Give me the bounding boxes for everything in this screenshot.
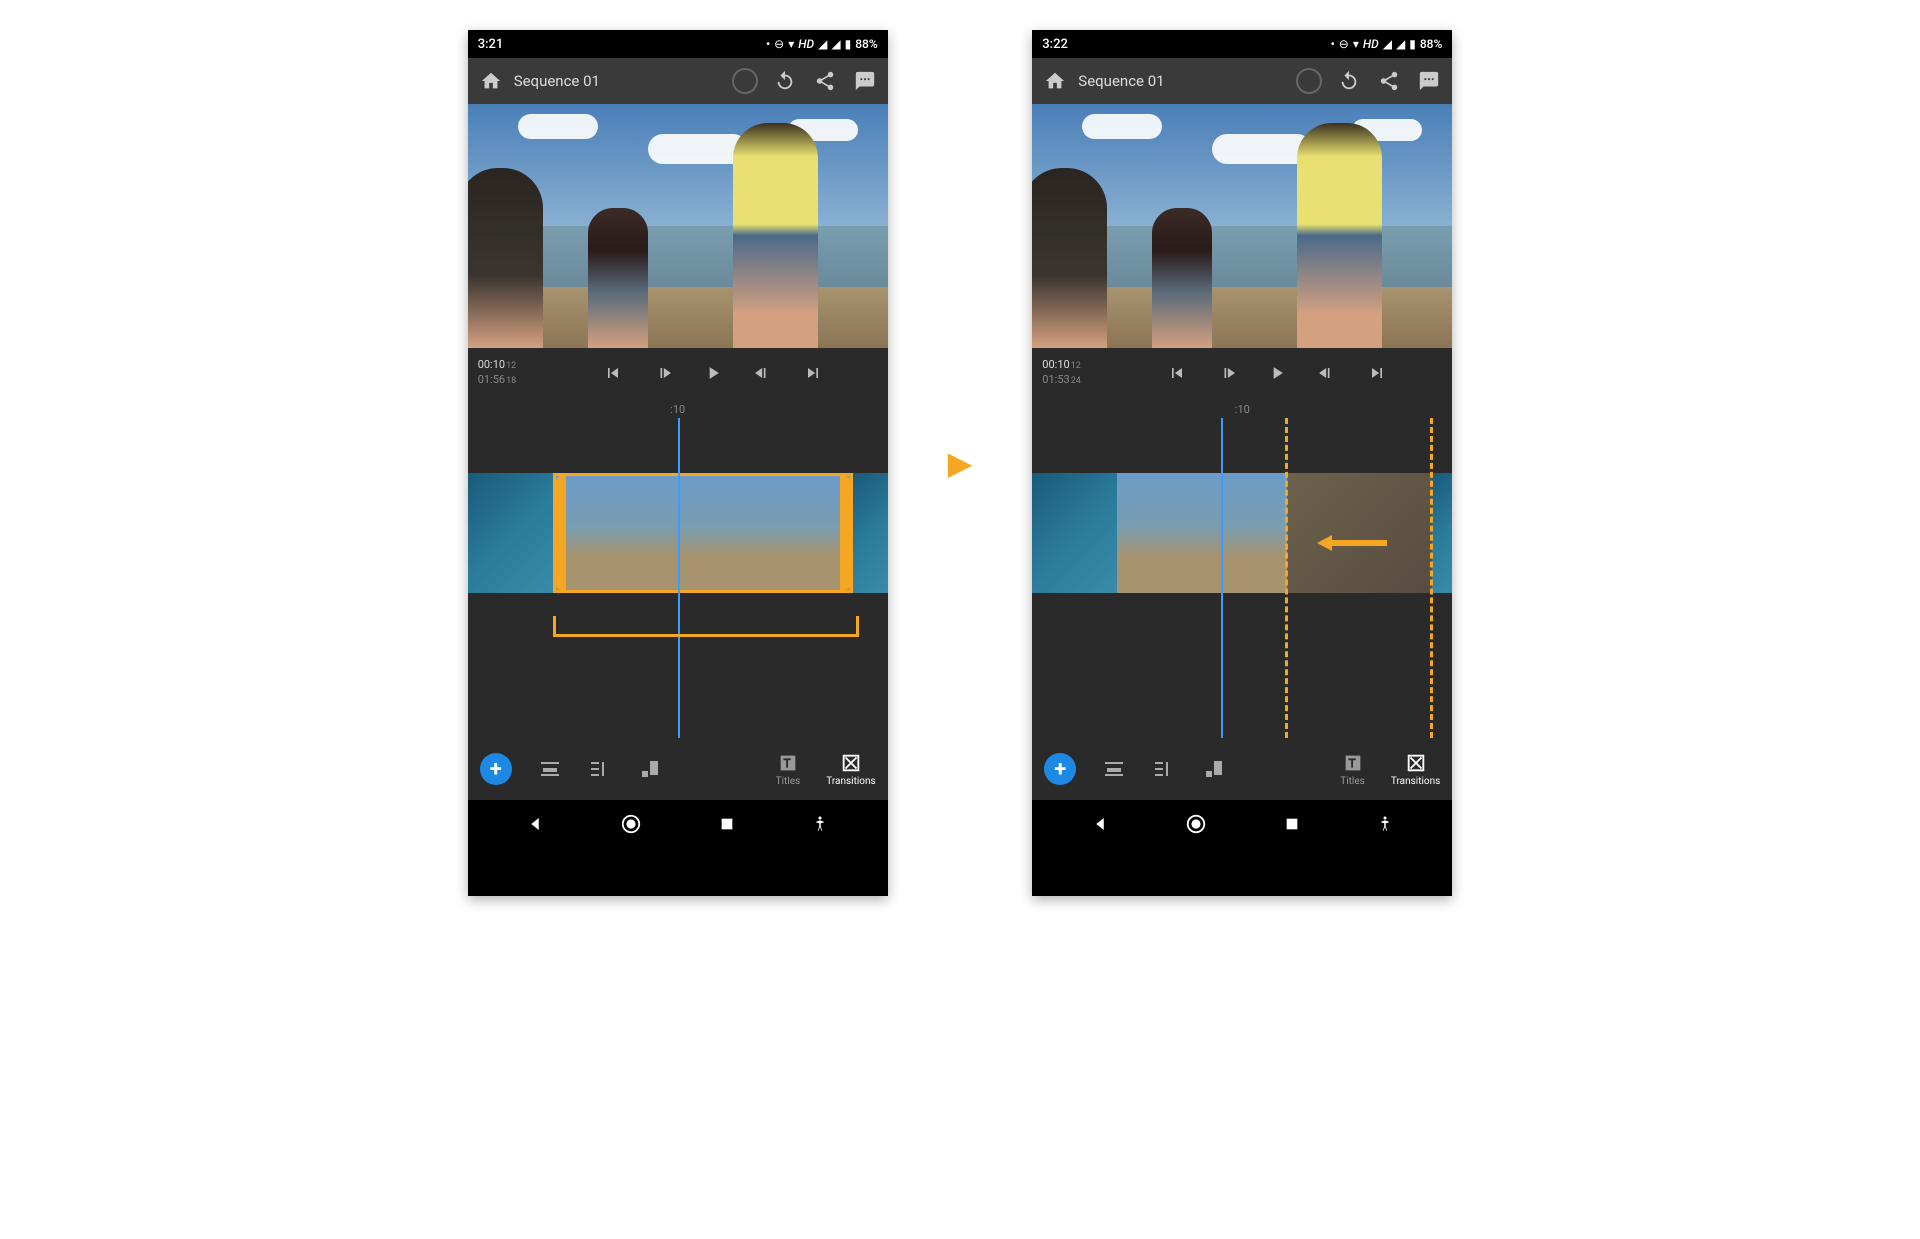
- clip-selected[interactable]: [553, 473, 853, 593]
- wifi-icon: ▾: [1353, 37, 1359, 51]
- clip-3[interactable]: [853, 473, 888, 593]
- comment-icon[interactable]: [1418, 70, 1440, 92]
- comment-icon[interactable]: [854, 70, 876, 92]
- clock: 3:22: [1042, 37, 1068, 52]
- app-header: Sequence 01: [468, 58, 888, 104]
- goto-start-icon[interactable]: [603, 363, 623, 383]
- signal-icon: ◢: [1383, 37, 1392, 51]
- edit-icon[interactable]: [1152, 757, 1176, 781]
- battery-pct: 88%: [1420, 37, 1442, 51]
- status-bar: 3:21 • ⊖ ▾ HD ◢ ◢ ▮ 88%: [468, 30, 888, 58]
- hd-label: HD: [1363, 37, 1379, 51]
- android-navbar: [1032, 800, 1452, 848]
- home-icon[interactable]: [480, 70, 502, 92]
- add-button[interactable]: +: [480, 753, 512, 785]
- color-icon[interactable]: [638, 757, 662, 781]
- play-icon[interactable]: [1267, 363, 1287, 383]
- screen-after: 3:22 • ⊖ ▾ HD ◢ ◢ ▮ 88% Sequence 01: [1032, 30, 1452, 896]
- frame-back-icon[interactable]: [1217, 363, 1237, 383]
- dnd-icon: ⊖: [1339, 37, 1349, 51]
- transitions-button[interactable]: Transitions: [1391, 752, 1440, 787]
- signal-icon-2: ◢: [1396, 37, 1405, 51]
- project-icon[interactable]: [538, 757, 562, 781]
- accessibility-nav-icon[interactable]: [811, 815, 829, 833]
- home-icon[interactable]: [1044, 70, 1066, 92]
- timeline-tick: :10: [670, 403, 685, 416]
- timeline-tick: :10: [1235, 403, 1250, 416]
- trim-marker-2: [1430, 418, 1433, 738]
- home-nav-icon[interactable]: [620, 813, 642, 835]
- dot-icon: •: [1331, 37, 1335, 51]
- screen-before: 3:21 • ⊖ ▾ HD ◢ ◢ ▮ 88% Sequence 01: [468, 30, 888, 896]
- dnd-icon: ⊖: [774, 37, 784, 51]
- wifi-icon: ▾: [788, 37, 794, 51]
- video-preview[interactable]: [468, 104, 888, 348]
- status-bar: 3:22 • ⊖ ▾ HD ◢ ◢ ▮ 88%: [1032, 30, 1452, 58]
- transport-bar: 00:1012 01:5618: [468, 348, 888, 398]
- timeline[interactable]: :10: [1032, 398, 1452, 738]
- record-indicator: [1296, 68, 1322, 94]
- titles-icon: [1342, 752, 1364, 774]
- project-icon[interactable]: [1102, 757, 1126, 781]
- edit-icon[interactable]: [588, 757, 612, 781]
- titles-icon: [777, 752, 799, 774]
- trim-marker-1: [1285, 418, 1288, 738]
- clip-trimmed[interactable]: [1117, 473, 1287, 593]
- titles-button[interactable]: Titles: [776, 752, 801, 787]
- play-icon[interactable]: [703, 363, 723, 383]
- frame-fwd-icon[interactable]: [753, 363, 773, 383]
- goto-start-icon[interactable]: [1167, 363, 1187, 383]
- timeline[interactable]: :10: [468, 398, 888, 738]
- goto-end-icon[interactable]: [803, 363, 823, 383]
- trim-handle-left[interactable]: [556, 476, 566, 590]
- color-icon[interactable]: [1202, 757, 1226, 781]
- clip-4[interactable]: [1432, 473, 1452, 593]
- battery-icon: ▮: [1409, 37, 1416, 51]
- undo-icon[interactable]: [774, 70, 796, 92]
- back-nav-icon[interactable]: [526, 815, 544, 833]
- transitions-icon: [840, 752, 862, 774]
- hd-label: HD: [798, 37, 814, 51]
- share-icon[interactable]: [1378, 70, 1400, 92]
- recent-nav-icon[interactable]: [719, 816, 735, 832]
- selection-bracket: [553, 616, 859, 637]
- sequence-title[interactable]: Sequence 01: [514, 72, 732, 90]
- undo-icon[interactable]: [1338, 70, 1360, 92]
- signal-icon: ◢: [818, 37, 827, 51]
- goto-end-icon[interactable]: [1367, 363, 1387, 383]
- signal-icon-2: ◢: [831, 37, 840, 51]
- share-icon[interactable]: [814, 70, 836, 92]
- titles-button[interactable]: Titles: [1340, 752, 1365, 787]
- bottom-toolbar: + Titles Transitions: [1032, 738, 1452, 800]
- timecode: 00:1012 01:5324: [1042, 358, 1112, 388]
- add-button[interactable]: +: [1044, 753, 1076, 785]
- transitions-icon: [1405, 752, 1427, 774]
- dot-icon: •: [766, 37, 770, 51]
- clip-1[interactable]: [1032, 473, 1117, 593]
- arrow-between-icon: ▶: [948, 444, 973, 482]
- home-nav-icon[interactable]: [1185, 813, 1207, 835]
- accessibility-nav-icon[interactable]: [1376, 815, 1394, 833]
- clip-1[interactable]: [468, 473, 553, 593]
- timecode: 00:1012 01:5618: [478, 358, 548, 388]
- sequence-title[interactable]: Sequence 01: [1078, 72, 1296, 90]
- battery-icon: ▮: [845, 37, 852, 51]
- transitions-button[interactable]: Transitions: [826, 752, 875, 787]
- app-header: Sequence 01: [1032, 58, 1452, 104]
- recent-nav-icon[interactable]: [1284, 816, 1300, 832]
- record-indicator: [732, 68, 758, 94]
- playhead[interactable]: [1221, 418, 1223, 738]
- video-preview[interactable]: [1032, 104, 1452, 348]
- transport-bar: 00:1012 01:5324: [1032, 348, 1452, 398]
- battery-pct: 88%: [855, 37, 877, 51]
- bottom-toolbar: + Titles Transitions: [468, 738, 888, 800]
- playhead[interactable]: [678, 418, 680, 738]
- back-nav-icon[interactable]: [1091, 815, 1109, 833]
- drag-arrow-icon: [1317, 533, 1387, 553]
- trim-handle-right[interactable]: [840, 476, 850, 590]
- android-navbar: [468, 800, 888, 848]
- frame-back-icon[interactable]: [653, 363, 673, 383]
- clock: 3:21: [478, 37, 504, 52]
- frame-fwd-icon[interactable]: [1317, 363, 1337, 383]
